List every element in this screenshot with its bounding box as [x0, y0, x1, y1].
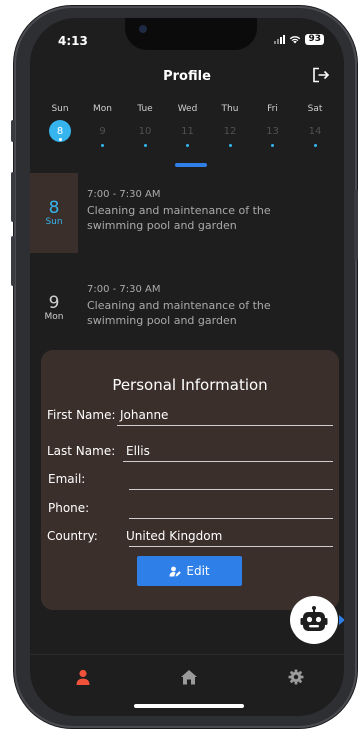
field-label: First Name: [47, 408, 116, 422]
camera-icon [139, 25, 147, 33]
day-date: 14 [308, 125, 322, 137]
day-sat[interactable]: Sat 14 [295, 104, 335, 147]
day-wed[interactable]: Wed 11 [168, 104, 208, 147]
event-dot [58, 138, 62, 141]
day-thu[interactable]: Thu 12 [210, 104, 250, 147]
country-row: Country: United Kingdom [47, 521, 333, 547]
day-sun[interactable]: Sun 8 [40, 104, 80, 147]
day-name: Sat [307, 104, 323, 114]
last-name-row: Last Name: Ellis [47, 436, 333, 462]
edit-button[interactable]: Edit [137, 556, 242, 586]
day-date: 12 [223, 125, 237, 137]
day-name: Mon [93, 104, 112, 114]
field-label: Last Name: [47, 444, 116, 458]
robot-icon [300, 606, 328, 631]
field-underline [129, 546, 333, 547]
profile-icon [76, 669, 90, 685]
field-label: Country: [47, 529, 98, 543]
event-dot [313, 144, 317, 147]
event-dot [101, 144, 104, 147]
volume-down-button [11, 236, 15, 286]
day-tue[interactable]: Tue 10 [125, 104, 165, 147]
day-name: Wed [177, 104, 198, 114]
page-title: Profile [163, 69, 211, 84]
country-value: United Kingdom [126, 529, 223, 543]
edit-user-icon [169, 566, 182, 576]
power-button [354, 190, 358, 260]
day-name: Sun [51, 104, 69, 114]
week-scroll-indicator [175, 163, 207, 167]
tab-settings[interactable] [284, 667, 308, 687]
event-date: 8 Sun [30, 173, 78, 253]
personal-info-card: Personal Information First Name: Johanne… [41, 350, 339, 610]
event-description: Cleaning and maintenance of the swimming… [87, 204, 271, 232]
event-day-number: 8 [48, 198, 60, 218]
event-dot [186, 144, 189, 147]
edit-button-label: Edit [186, 564, 210, 578]
day-date: 10 [138, 125, 152, 137]
day-fri[interactable]: Fri 13 [253, 104, 293, 147]
volume-up-button [11, 172, 15, 222]
event-time: 7:00 - 7:30 AM [87, 284, 161, 295]
home-indicator [134, 704, 244, 708]
day-date: 11 [181, 125, 194, 137]
field-underline [129, 489, 333, 490]
card-title: Personal Information [112, 376, 268, 394]
settings-icon [288, 669, 304, 685]
field-underline [117, 425, 333, 426]
event-dot [143, 144, 147, 147]
event-day-name: Sun [45, 217, 63, 227]
event-time: 7:00 - 7:30 AM [87, 189, 161, 200]
status-icons: 93 [274, 34, 324, 45]
day-mon[interactable]: Mon 9 [83, 104, 123, 147]
event-dot [271, 144, 274, 147]
last-name-value: Ellis [126, 444, 150, 458]
home-icon [181, 670, 197, 685]
day-name: Tue [137, 104, 153, 114]
event-day-number: 9 [48, 293, 60, 313]
wifi-icon [290, 36, 301, 44]
tab-profile[interactable] [71, 667, 95, 687]
mute-switch [11, 120, 15, 142]
phone-row: Phone: [47, 493, 333, 519]
logout-icon[interactable] [312, 67, 330, 83]
first-name-value: Johanne [120, 408, 169, 422]
chevron-right-icon [339, 615, 344, 625]
event-date: 9 Mon [30, 268, 78, 348]
field-underline [123, 461, 333, 462]
app-screen: 4:13 93 Profile Sun 8 Mon 9 Tue 10 Wed 1… [30, 18, 344, 716]
first-name-row: First Name: Johanne [47, 400, 333, 426]
field-underline [129, 518, 333, 519]
dynamic-island [125, 18, 257, 50]
event-description: Cleaning and maintenance of the swimming… [87, 299, 271, 327]
event-day-name: Mon [44, 312, 64, 322]
event-dot [228, 144, 232, 147]
day-date: 9 [99, 125, 106, 137]
week-strip: Sun 8 Mon 9 Tue 10 Wed 11 Thu 12 Fri 13 [40, 104, 335, 147]
event-item[interactable]: 9 Mon 7:00 - 7:30 AM Cleaning and mainte… [30, 268, 344, 348]
event-item[interactable]: 8 Sun 7:00 - 7:30 AM Cleaning and mainte… [30, 173, 344, 253]
day-date: 13 [266, 125, 279, 137]
email-row: Email: [47, 464, 333, 490]
status-time: 4:13 [58, 34, 88, 48]
field-label: Phone: [48, 501, 90, 515]
battery-level: 93 [305, 34, 324, 45]
day-name: Thu [221, 104, 239, 114]
day-name: Fri [267, 104, 278, 114]
tab-home[interactable] [177, 667, 201, 687]
signal-icon [274, 35, 286, 44]
field-label: Email: [48, 472, 86, 486]
chatbot-button[interactable] [290, 596, 338, 644]
